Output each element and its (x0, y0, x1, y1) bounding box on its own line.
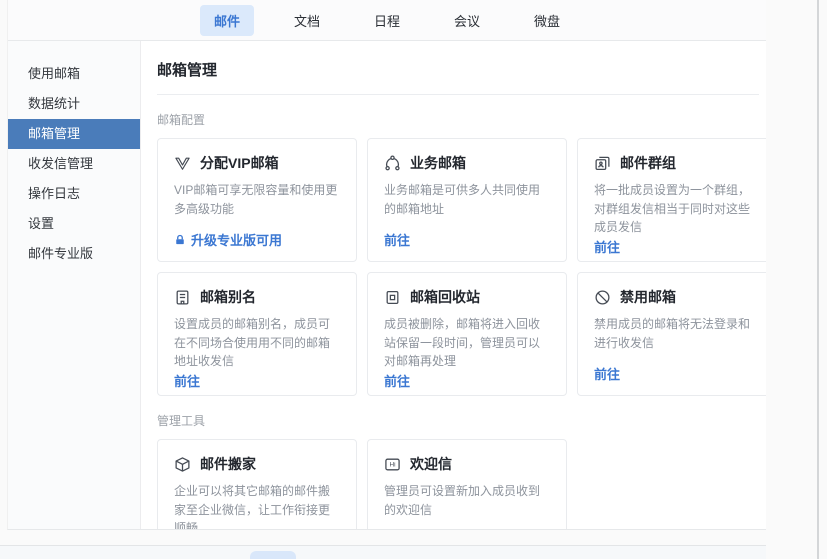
card-title: 邮箱回收站 (410, 287, 480, 307)
tab-docs[interactable]: 文档 (280, 5, 334, 36)
sidebar-item-operation-log[interactable]: 操作日志 (8, 179, 140, 209)
recycle-bin-icon (384, 289, 401, 306)
tab-mail[interactable]: 邮件 (200, 5, 254, 36)
tab-meeting[interactable]: 会议 (440, 5, 494, 36)
divider (157, 94, 759, 95)
card-title: 禁用邮箱 (620, 287, 676, 307)
vip-icon (174, 155, 191, 172)
outer-scrollbar[interactable] (817, 0, 819, 559)
upgrade-pro-link[interactable]: 升级专业版可用 (174, 230, 340, 249)
go-link[interactable]: 前往 (384, 371, 550, 390)
sidebar-item-mailbox-management[interactable]: 邮箱管理 (8, 119, 140, 149)
card-title: 分配VIP邮箱 (200, 153, 279, 173)
mailbox-alias-icon (174, 289, 191, 306)
section-label-mailbox-config: 邮箱配置 (157, 111, 766, 128)
svg-text:Hi: Hi (389, 461, 395, 468)
card-description: 管理员可设置新加入成员收到的欢迎信 (384, 482, 550, 519)
card-shared-mailbox: 业务邮箱 业务邮箱是可供多人共同使用的邮箱地址 前往 (367, 138, 567, 262)
background-window-top (0, 546, 766, 559)
sidebar-item-statistics[interactable]: 数据统计 (8, 89, 140, 119)
card-description: 成员被删除，邮箱将进入回收站保留一段时间，管理员可以对邮箱再处理 (384, 315, 550, 371)
tab-drive[interactable]: 微盘 (520, 5, 574, 36)
card-recycle-bin: 邮箱回收站 成员被删除，邮箱将进入回收站保留一段时间，管理员可以对邮箱再处理 前… (367, 272, 567, 396)
go-link[interactable]: 前往 (384, 230, 550, 249)
lock-icon (174, 234, 186, 246)
mail-group-icon (594, 155, 611, 172)
card-title: 邮箱别名 (200, 287, 256, 307)
sidebar: 使用邮箱 数据统计 邮箱管理 收发信管理 操作日志 设置 邮件专业版 (8, 41, 141, 530)
card-description: 业务邮箱是可供多人共同使用的邮箱地址 (384, 181, 550, 218)
sidebar-item-send-receive-management[interactable]: 收发信管理 (8, 149, 140, 179)
sidebar-item-mail-pro[interactable]: 邮件专业版 (8, 239, 140, 269)
card-grid-mailbox-config: 分配VIP邮箱 VIP邮箱可享无限容量和使用更多高级功能 升级专业版可用 (157, 138, 766, 396)
card-description: 禁用成员的邮箱将无法登录和进行收发信 (594, 315, 760, 352)
card-disable-mailbox: 禁用邮箱 禁用成员的邮箱将无法登录和进行收发信 前往 (577, 272, 766, 396)
app-window: 邮件 文档 日程 会议 微盘 使用邮箱 数据统计 邮箱管理 收发信管理 操作日志… (7, 0, 766, 530)
sidebar-item-settings[interactable]: 设置 (8, 209, 140, 239)
sidebar-item-use-mailbox[interactable]: 使用邮箱 (8, 59, 140, 89)
welcome-letter-icon: Hi (384, 456, 401, 473)
card-vip-mailbox: 分配VIP邮箱 VIP邮箱可享无限容量和使用更多高级功能 升级专业版可用 (157, 138, 357, 262)
go-link[interactable]: 前往 (174, 371, 340, 390)
main-content: 邮箱管理 邮箱配置 分配VIP邮箱 VIP邮箱可享无限容量和使用更多高级功能 (141, 41, 766, 530)
card-description: 设置成员的邮箱别名，成员可在不同场合使用用不同的邮箱地址收发信 (174, 315, 340, 371)
card-mail-group: 邮件群组 将一批成员设置为一个群组，对群组发信相当于同时对这些成员发信 前往 (577, 138, 766, 262)
disable-mailbox-icon (594, 289, 611, 306)
card-title: 欢迎信 (410, 454, 452, 474)
top-nav: 邮件 文档 日程 会议 微盘 (8, 0, 766, 41)
background-tab-pill-fragment (250, 551, 296, 559)
mail-migration-icon (174, 456, 191, 473)
card-description: 企业可以将其它邮箱的邮件搬家至企业微信，让工作衔接更顺畅 (174, 482, 340, 530)
card-title: 邮件群组 (620, 153, 676, 173)
tab-calendar[interactable]: 日程 (360, 5, 414, 36)
card-title: 邮件搬家 (200, 454, 256, 474)
shared-mailbox-icon (384, 155, 401, 172)
card-mailbox-alias: 邮箱别名 设置成员的邮箱别名，成员可在不同场合使用用不同的邮箱地址收发信 前往 (157, 272, 357, 396)
card-grid-admin-tools: 邮件搬家 企业可以将其它邮箱的邮件搬家至企业微信，让工作衔接更顺畅 前往 Hi (157, 439, 766, 530)
card-mail-migration: 邮件搬家 企业可以将其它邮箱的邮件搬家至企业微信，让工作衔接更顺畅 前往 (157, 439, 357, 530)
go-link[interactable]: 前往 (594, 237, 760, 256)
card-description: 将一批成员设置为一个群组，对群组发信相当于同时对这些成员发信 (594, 181, 760, 237)
page-title: 邮箱管理 (157, 59, 766, 80)
card-description: VIP邮箱可享无限容量和使用更多高级功能 (174, 181, 340, 218)
go-link[interactable]: 前往 (594, 364, 760, 383)
card-welcome-letter: Hi 欢迎信 管理员可设置新加入成员收到的欢迎信 前往 (367, 439, 567, 530)
section-label-admin-tools: 管理工具 (157, 412, 766, 429)
card-title: 业务邮箱 (410, 153, 466, 173)
